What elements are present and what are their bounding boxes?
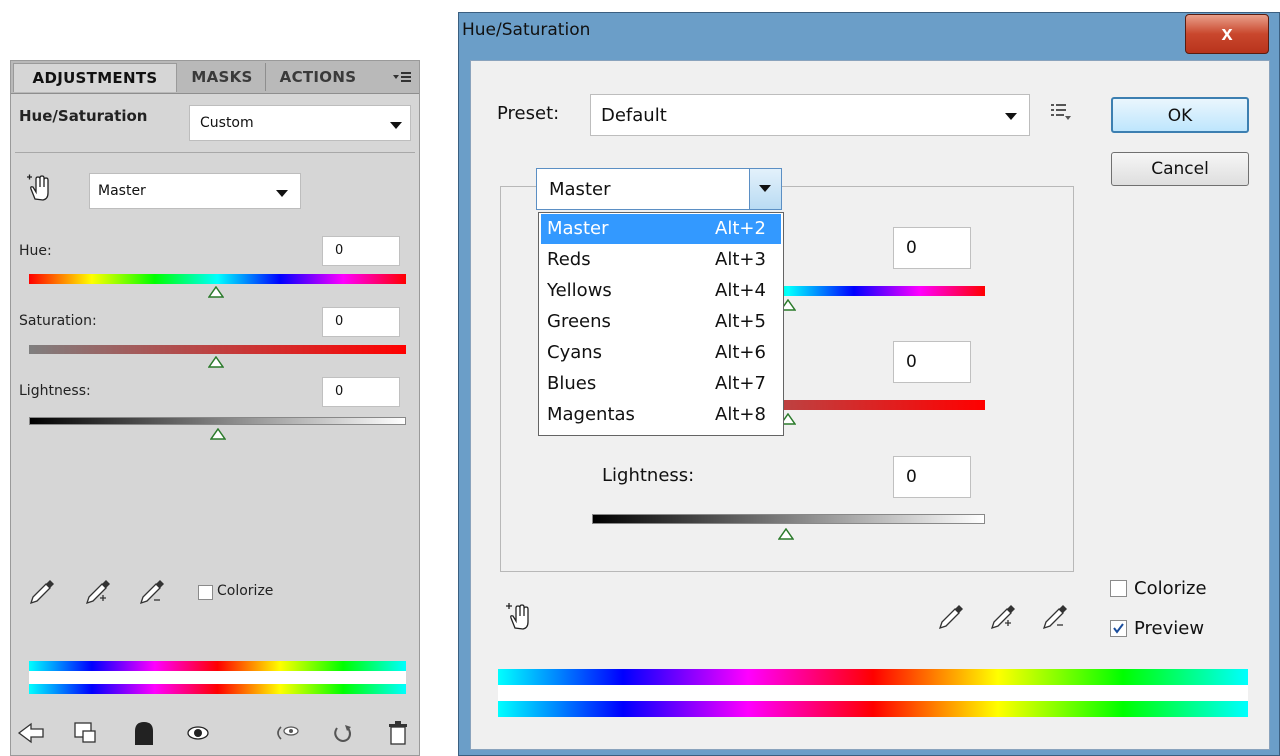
preset-label: Preset: bbox=[497, 103, 560, 124]
preview-label: Preview bbox=[1134, 618, 1205, 639]
menu-item-label: Blues bbox=[547, 373, 597, 394]
colorize-label: Colorize bbox=[217, 583, 274, 599]
color-strip-bottom bbox=[29, 684, 406, 694]
saturation-slider-handle[interactable] bbox=[207, 355, 225, 368]
hue-gradient-bar bbox=[29, 274, 406, 284]
reset-icon[interactable] bbox=[331, 721, 355, 745]
preset-select[interactable]: Custom bbox=[189, 105, 411, 141]
divider bbox=[15, 152, 415, 153]
saturation-input[interactable]: 0 bbox=[322, 307, 400, 337]
adjustments-panel: ADJUSTMENTS MASKS ACTIONS Hue/Saturation… bbox=[10, 60, 420, 756]
colorize-checkbox[interactable] bbox=[198, 585, 213, 600]
menu-item-label: Master bbox=[547, 218, 609, 239]
tab-masks[interactable]: MASKS bbox=[179, 63, 266, 91]
chevron-down-icon bbox=[276, 190, 288, 197]
menu-item-label: Magentas bbox=[547, 404, 635, 425]
ok-button[interactable]: OK bbox=[1111, 97, 1249, 133]
tab-actions[interactable]: ACTIONS bbox=[269, 63, 367, 91]
lightness-slider-handle[interactable] bbox=[777, 527, 795, 540]
menu-item-label: Reds bbox=[547, 249, 591, 270]
menu-item-cyans[interactable]: Cyans Alt+6 bbox=[541, 338, 781, 368]
menu-item-shortcut: Alt+3 bbox=[715, 249, 766, 270]
targeted-adjustment-hand-icon[interactable] bbox=[504, 600, 536, 632]
chevron-down-icon bbox=[1005, 113, 1017, 120]
colorize-checkbox[interactable] bbox=[1110, 580, 1127, 597]
lightness-gradient-bar bbox=[29, 417, 406, 425]
lightness-gradient-bar bbox=[592, 514, 985, 524]
color-strip-top bbox=[29, 661, 406, 671]
hue-input[interactable]: 0 bbox=[893, 227, 971, 269]
menu-item-shortcut: Alt+7 bbox=[715, 373, 766, 394]
layer-mask-icon[interactable] bbox=[131, 719, 157, 747]
color-strip-top bbox=[498, 669, 1248, 685]
color-strip-gap bbox=[498, 685, 1248, 701]
lightness-slider-handle[interactable] bbox=[209, 427, 227, 440]
preset-dropdown-value: Default bbox=[601, 105, 667, 126]
targeted-adjustment-hand-icon[interactable] bbox=[25, 173, 55, 203]
channel-select-value: Master bbox=[98, 183, 146, 199]
lightness-label: Lightness: bbox=[19, 383, 91, 399]
menu-item-label: Greens bbox=[547, 311, 611, 332]
cancel-button-label: Cancel bbox=[1151, 159, 1209, 179]
panel-menu-icon[interactable] bbox=[391, 69, 413, 85]
colorize-label: Colorize bbox=[1134, 578, 1207, 599]
back-arrow-icon[interactable] bbox=[17, 721, 45, 745]
chevron-down-icon bbox=[390, 122, 402, 129]
lightness-input[interactable]: 0 bbox=[893, 456, 971, 498]
view-previous-icon[interactable] bbox=[273, 721, 303, 745]
dropdown-arrow-button[interactable] bbox=[749, 169, 781, 209]
dialog-title: Hue/Saturation bbox=[462, 20, 591, 40]
bottom-toolbar bbox=[11, 711, 419, 755]
close-button[interactable]: x bbox=[1185, 14, 1269, 54]
preset-dropdown[interactable]: Default bbox=[590, 94, 1030, 136]
menu-item-shortcut: Alt+5 bbox=[715, 311, 766, 332]
preset-select-value: Custom bbox=[200, 115, 254, 131]
lightness-label: Lightness: bbox=[602, 465, 695, 486]
preset-options-icon[interactable] bbox=[1048, 100, 1074, 124]
menu-item-label: Cyans bbox=[547, 342, 603, 363]
menu-item-label: Yellows bbox=[547, 280, 612, 301]
eyedropper-add-icon[interactable] bbox=[988, 602, 1018, 632]
menu-item-greens[interactable]: Greens Alt+5 bbox=[541, 307, 781, 337]
ok-button-label: OK bbox=[1167, 106, 1193, 126]
menu-item-master[interactable]: Master Alt+2 bbox=[541, 214, 781, 244]
tab-adjustments[interactable]: ADJUSTMENTS bbox=[13, 63, 177, 92]
eyedropper-icon[interactable] bbox=[936, 602, 966, 632]
menu-item-yellows[interactable]: Yellows Alt+4 bbox=[541, 276, 781, 306]
channel-select[interactable]: Master bbox=[89, 173, 301, 209]
color-strip-gap bbox=[29, 671, 406, 684]
eyedropper-add-icon[interactable] bbox=[83, 577, 113, 607]
eyedropper-subtract-icon[interactable] bbox=[1040, 602, 1070, 632]
lightness-input[interactable]: 0 bbox=[322, 377, 400, 407]
hue-label: Hue: bbox=[19, 243, 52, 259]
channel-dropdown-value: Master bbox=[549, 179, 611, 200]
menu-item-shortcut: Alt+2 bbox=[715, 218, 766, 239]
clip-layer-icon[interactable] bbox=[73, 721, 99, 745]
preview-checkbox[interactable] bbox=[1110, 620, 1127, 637]
channel-dropdown[interactable]: Master bbox=[536, 168, 782, 210]
trash-icon[interactable] bbox=[387, 719, 409, 747]
saturation-gradient-bar bbox=[29, 345, 406, 354]
menu-item-shortcut: Alt+8 bbox=[715, 404, 766, 425]
cancel-button[interactable]: Cancel bbox=[1111, 152, 1249, 186]
visibility-eye-icon[interactable] bbox=[185, 723, 211, 743]
chevron-down-icon bbox=[759, 185, 771, 192]
eyedropper-icon[interactable] bbox=[27, 577, 57, 607]
color-strip-bottom bbox=[498, 701, 1248, 717]
hue-slider-handle[interactable] bbox=[207, 285, 225, 298]
hue-input[interactable]: 0 bbox=[322, 236, 400, 266]
close-icon: x bbox=[1221, 23, 1233, 45]
menu-item-shortcut: Alt+6 bbox=[715, 342, 766, 363]
menu-item-blues[interactable]: Blues Alt+7 bbox=[541, 369, 781, 399]
menu-item-shortcut: Alt+4 bbox=[715, 280, 766, 301]
saturation-input[interactable]: 0 bbox=[893, 341, 971, 383]
eyedropper-subtract-icon[interactable] bbox=[137, 577, 167, 607]
menu-item-reds[interactable]: Reds Alt+3 bbox=[541, 245, 781, 275]
saturation-label: Saturation: bbox=[19, 313, 97, 329]
checkmark-icon bbox=[1113, 623, 1124, 634]
menu-item-magentas[interactable]: Magentas Alt+8 bbox=[541, 400, 781, 430]
panel-title: Hue/Saturation bbox=[19, 107, 148, 125]
channel-menu: Master Alt+2 Reds Alt+3 Yellows Alt+4 Gr… bbox=[538, 212, 784, 436]
